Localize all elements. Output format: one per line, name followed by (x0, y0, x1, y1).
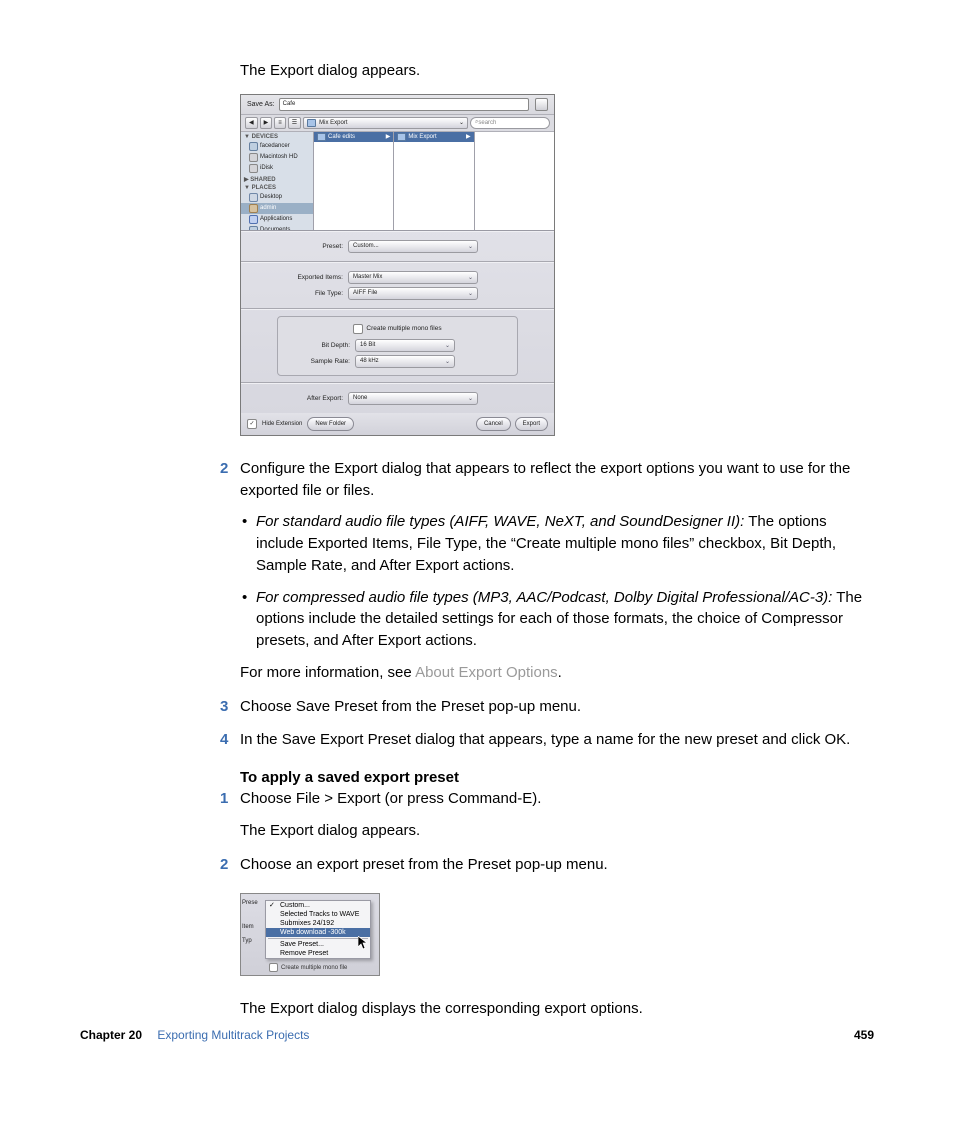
intro-text: The Export dialog appears. (240, 60, 874, 82)
page-number: 459 (854, 1028, 874, 1042)
step-more-info: For more information, see About Export O… (240, 662, 874, 684)
foot-checkbox[interactable] (269, 963, 278, 972)
column-item-selected[interactable]: Cafe edits▶ (314, 132, 393, 142)
documents-icon (249, 226, 258, 230)
idisk-icon (249, 164, 258, 173)
preset-menu-save[interactable]: Save Preset... (266, 940, 370, 949)
step-3: 3 Choose Save Preset from the Preset pop… (220, 696, 874, 718)
path-dropdown[interactable]: Mix Export⌄ (303, 117, 468, 129)
nav-forward-button[interactable]: ▶ (260, 117, 273, 129)
sidebar-place[interactable]: Documents (241, 225, 313, 230)
cancel-button[interactable]: Cancel (476, 417, 511, 431)
step-4: 4 In the Save Export Preset dialog that … (220, 729, 874, 751)
sidebar-place[interactable]: Applications (241, 214, 313, 225)
list-toggle[interactable]: ☰ (288, 117, 301, 129)
apply-heading: To apply a saved export preset (240, 769, 874, 786)
about-export-options-link[interactable]: About Export Options (415, 664, 558, 681)
filetype-dropdown[interactable]: AIFF File⌄ (348, 287, 478, 300)
mono-label: Create multiple mono files (366, 325, 441, 332)
folder-icon (397, 133, 406, 141)
hideext-checkbox[interactable]: ✓ (247, 419, 257, 429)
browser-sidebar: ▼ DEVICES facedancer Macintosh HD iDisk … (241, 132, 314, 230)
preset-menu-item[interactable]: Custom... (266, 901, 370, 910)
browser-column-2: Mix Export▶ (394, 132, 474, 230)
dialog-saveas-row: Save As: Cafe (241, 95, 554, 115)
chapter-title: Exporting Multitrack Projects (157, 1028, 309, 1042)
sidebar-devices-header: ▼ DEVICES (244, 134, 310, 140)
sidebar-device[interactable]: iDisk (241, 163, 313, 174)
bg-label: Prese (242, 900, 258, 906)
browser-column-1: Cafe edits▶ (314, 132, 394, 230)
afterexport-label: After Export: (251, 395, 348, 402)
step-number: 1 (220, 788, 228, 810)
applications-icon (249, 215, 258, 224)
apply-step-1: 1 Choose File > Export (or press Command… (220, 788, 874, 842)
afterexport-dropdown[interactable]: None⌄ (348, 392, 478, 405)
sidebar-device[interactable]: facedancer (241, 141, 313, 152)
desktop-icon (249, 193, 258, 202)
step-number: 4 (220, 729, 228, 751)
collapse-button[interactable] (535, 98, 548, 111)
sidebar-shared-header: ▶ SHARED (244, 176, 310, 183)
view-toggle[interactable]: ≡ (274, 117, 286, 129)
home-icon (249, 204, 258, 213)
preset-foot: Create multiple mono file (241, 961, 379, 973)
sidebar-place-selected[interactable]: admin (241, 203, 313, 214)
sidebar-device[interactable]: Macintosh HD (241, 152, 313, 163)
samplerate-dropdown[interactable]: 48 kHz⌄ (355, 355, 455, 368)
preset-menu-panel: Custom... Selected Tracks to WAVE Submix… (265, 900, 371, 959)
search-field[interactable]: ⌕ search (470, 117, 550, 129)
sub-bullet: For compressed audio file types (MP3, AA… (240, 587, 874, 652)
page-footer: Chapter 20 Exporting Multitrack Projects… (80, 1020, 874, 1042)
preset-dropdown[interactable]: Custom...⌄ (348, 240, 478, 253)
apply-step1-after: The Export dialog appears. (240, 820, 874, 842)
preset-menu-item-selected[interactable]: Web download -300k (266, 928, 370, 937)
dialog-options-section: Preset: Custom...⌄ (241, 231, 554, 262)
preset-label: Preset: (251, 243, 348, 250)
newfolder-button[interactable]: New Folder (307, 417, 354, 431)
device-icon (249, 142, 258, 151)
menu-separator (268, 938, 368, 939)
browser-column-3 (475, 132, 554, 230)
bitdepth-dropdown[interactable]: 16 Bit⌄ (355, 339, 455, 352)
samplerate-label: Sample Rate: (284, 358, 355, 365)
preset-menu-screenshot: Prese Item Typ Custom... Selected Tracks… (240, 893, 380, 976)
saveas-field[interactable]: Cafe (279, 98, 529, 111)
sidebar-places-header: ▼ PLACES (244, 185, 310, 191)
folder-icon (307, 119, 316, 127)
export-button[interactable]: Export (515, 417, 548, 431)
column-item-selected[interactable]: Mix Export▶ (394, 132, 473, 142)
bitdepth-label: Bit Depth: (284, 342, 355, 349)
folder-icon (317, 133, 326, 141)
bg-label: Typ (242, 938, 252, 944)
sub-bullet: For standard audio file types (AIFF, WAV… (240, 511, 874, 576)
preset-menu-item[interactable]: Submixes 24/192 (266, 919, 370, 928)
dialog-navbar: ◀ ▶ ≡ ☰ Mix Export⌄ ⌕ search (241, 115, 554, 132)
step-number: 2 (220, 458, 228, 480)
saveas-label: Save As: (247, 101, 275, 108)
mono-checkbox[interactable] (353, 324, 363, 334)
nav-back-button[interactable]: ◀ (245, 117, 258, 129)
file-browser: ▼ DEVICES facedancer Macintosh HD iDisk … (241, 132, 554, 231)
disk-icon (249, 153, 258, 162)
hideext-label: Hide Extension (262, 421, 302, 427)
step-number: 3 (220, 696, 228, 718)
exported-label: Exported Items: (251, 274, 348, 281)
preset-menu-item[interactable]: Selected Tracks to WAVE (266, 910, 370, 919)
exported-dropdown[interactable]: Master Mix⌄ (348, 271, 478, 284)
bg-label: Item (242, 924, 254, 930)
step-2: 2 Configure the Export dialog that appea… (220, 458, 874, 684)
step-number: 2 (220, 854, 228, 876)
export-dialog-screenshot: Save As: Cafe ◀ ▶ ≡ ☰ Mix Export⌄ ⌕ sear… (240, 94, 555, 436)
filetype-label: File Type: (251, 290, 348, 297)
after-preset-text: The Export dialog displays the correspon… (240, 998, 874, 1020)
chapter-number: Chapter 20 (80, 1028, 142, 1042)
dialog-bottom-bar: ✓ Hide Extension New Folder Cancel Expor… (241, 413, 554, 435)
apply-step-2: 2 Choose an export preset from the Prese… (220, 854, 874, 876)
sidebar-place[interactable]: Desktop (241, 192, 313, 203)
preset-menu-remove[interactable]: Remove Preset (266, 949, 370, 958)
